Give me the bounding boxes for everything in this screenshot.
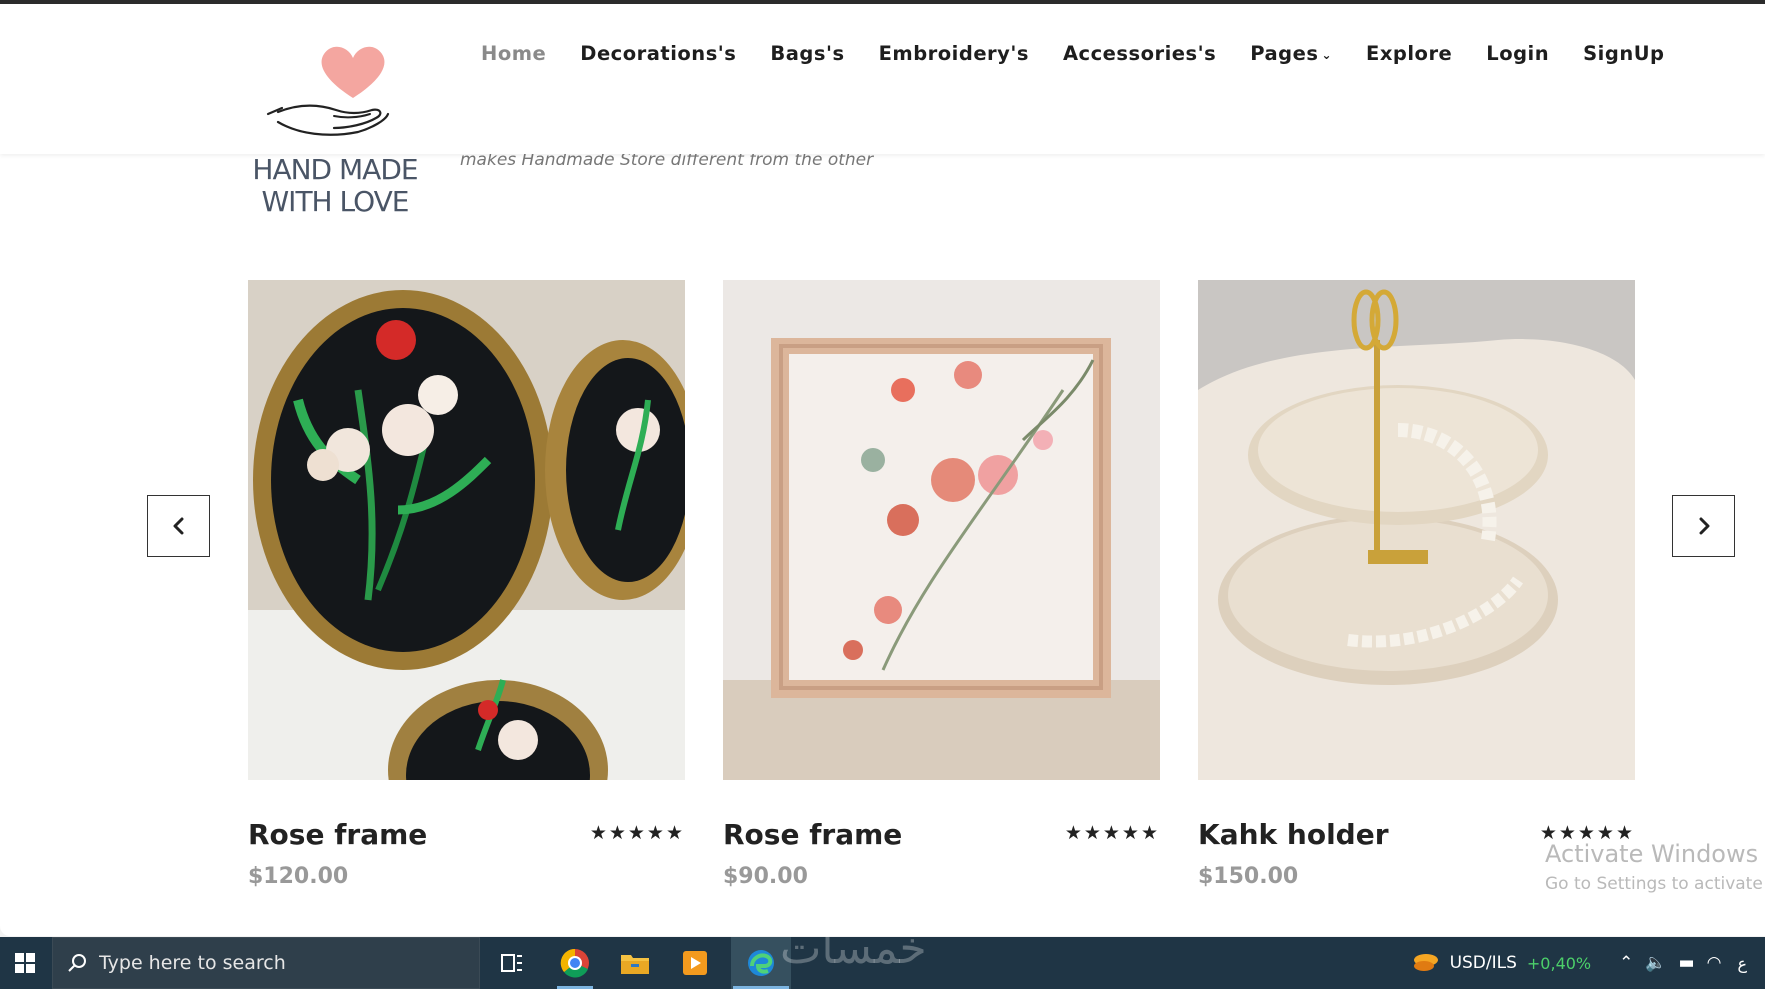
nav-pages-dropdown[interactable]: Pages ⌄ bbox=[1250, 42, 1332, 72]
watermark-title: Activate Windows bbox=[1545, 840, 1759, 868]
product-image[interactable] bbox=[1198, 280, 1635, 780]
ticker-change[interactable]: +0,40% bbox=[1527, 954, 1591, 973]
windows-start-button[interactable] bbox=[0, 937, 50, 989]
heart-hand-icon bbox=[266, 46, 390, 136]
system-tray: USD/ILS +0,40% ⌃ 🔈 ▬ ◠ ع bbox=[1412, 937, 1765, 989]
watermark-subtitle: Go to Settings to activate W bbox=[1545, 874, 1765, 894]
ticker-pair[interactable]: USD/ILS bbox=[1450, 953, 1517, 973]
file-explorer-icon[interactable] bbox=[605, 937, 665, 989]
language-indicator[interactable]: ع bbox=[1737, 954, 1747, 973]
web-page: Home Decorations's Bags's Embroidery's A… bbox=[0, 4, 1765, 936]
nav-decorations[interactable]: Decorations's bbox=[580, 42, 736, 72]
carousel-prev-button[interactable] bbox=[147, 495, 210, 557]
product-image[interactable] bbox=[248, 280, 685, 780]
chevron-down-icon: ⌄ bbox=[1321, 47, 1332, 62]
site-watermark-overlay: خمسات bbox=[780, 923, 927, 974]
battery-icon[interactable]: ▬ bbox=[1679, 953, 1695, 973]
product-price: $120.00 bbox=[248, 864, 349, 889]
logo-text-line2: WITH LOVE bbox=[261, 185, 410, 218]
product-price: $150.00 bbox=[1198, 864, 1299, 889]
product-card[interactable]: Rose frame ★★★★★ $120.00 bbox=[248, 280, 685, 889]
activate-windows-watermark: Activate Windows Go to Settings to activ… bbox=[1545, 840, 1765, 894]
taskbar-search-input[interactable] bbox=[99, 952, 429, 974]
search-icon bbox=[68, 954, 86, 972]
product-title[interactable]: Kahk holder bbox=[1198, 818, 1389, 851]
volume-icon[interactable]: 🔈 bbox=[1645, 953, 1666, 973]
nav-bags[interactable]: Bags's bbox=[770, 42, 844, 72]
nav-embroidery[interactable]: Embroidery's bbox=[879, 42, 1029, 72]
taskbar-search[interactable] bbox=[52, 937, 480, 989]
nav-login[interactable]: Login bbox=[1486, 42, 1549, 72]
nav-home[interactable]: Home bbox=[481, 42, 546, 72]
product-card[interactable]: Rose frame ★★★★★ $90.00 bbox=[723, 280, 1160, 889]
nav-explore[interactable]: Explore bbox=[1366, 42, 1452, 72]
logo-text-line1: HAND MADE bbox=[252, 153, 418, 186]
product-price: $90.00 bbox=[723, 864, 808, 889]
product-image[interactable] bbox=[723, 280, 1160, 780]
media-player-icon[interactable] bbox=[665, 937, 725, 989]
logo-wordmark: HAND MADE WITH LOVE bbox=[248, 154, 422, 218]
wifi-icon[interactable]: ◠ bbox=[1707, 953, 1722, 973]
product-title[interactable]: Rose frame bbox=[723, 818, 902, 851]
star-rating-icon: ★★★★★ bbox=[589, 822, 685, 844]
windows-logo-icon bbox=[15, 953, 35, 973]
windows-taskbar: USD/ILS +0,40% ⌃ 🔈 ▬ ◠ ع خمسات bbox=[0, 923, 1765, 989]
chevron-right-icon bbox=[1699, 517, 1709, 535]
site-logo[interactable]: HAND MADE WITH LOVE bbox=[248, 42, 422, 218]
task-view-icon[interactable] bbox=[482, 937, 542, 989]
tray-icons: ⌃ 🔈 ▬ ◠ bbox=[1607, 953, 1721, 973]
product-card[interactable]: Kahk holder ★★★★★ $150.00 bbox=[1198, 280, 1635, 889]
star-rating-icon: ★★★★★ bbox=[1064, 822, 1160, 844]
nav-accessories[interactable]: Accessories's bbox=[1063, 42, 1216, 72]
main-nav: Home Decorations's Bags's Embroidery's A… bbox=[481, 42, 1665, 72]
chevron-up-icon[interactable]: ⌃ bbox=[1619, 953, 1633, 973]
product-title[interactable]: Rose frame bbox=[248, 818, 427, 851]
carousel-next-button[interactable] bbox=[1672, 495, 1735, 557]
stock-ticker-icon[interactable] bbox=[1412, 951, 1440, 975]
nav-signup[interactable]: SignUp bbox=[1583, 42, 1664, 72]
chevron-left-icon bbox=[173, 517, 183, 535]
chrome-icon[interactable] bbox=[545, 937, 605, 989]
nav-pages-label: Pages bbox=[1250, 42, 1319, 65]
